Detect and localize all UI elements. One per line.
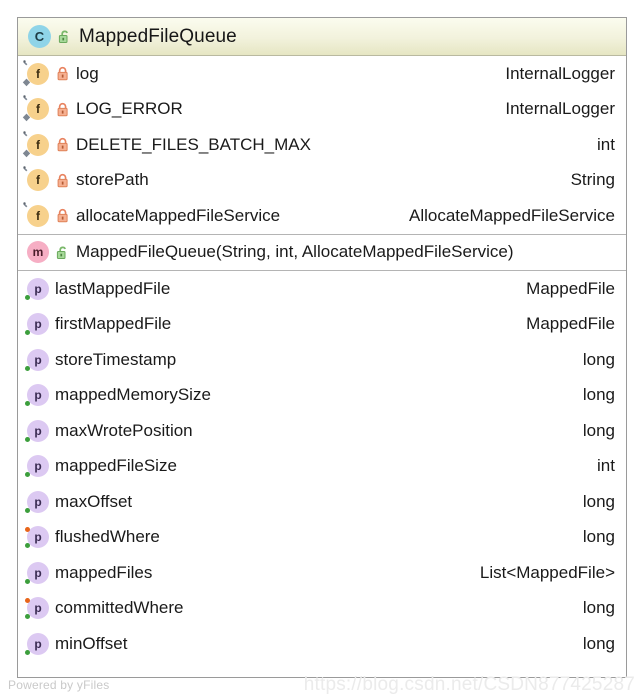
- member-name: storeTimestamp: [55, 349, 177, 369]
- property-icon: p: [25, 597, 49, 620]
- property-icon: p: [25, 277, 49, 300]
- unlocked-padlock-icon: [56, 245, 70, 260]
- property-icon: p: [25, 419, 49, 442]
- member-name: firstMappedFile: [55, 314, 172, 334]
- getter-dot-icon: [25, 614, 30, 620]
- member-type: AllocateMappedFileService: [409, 205, 615, 225]
- member-name: maxOffset: [55, 491, 133, 511]
- property-icon: p: [25, 490, 49, 513]
- member-type: MappedFile: [526, 314, 615, 334]
- property-row[interactable]: p lastMappedFile MappedFile: [18, 271, 626, 307]
- getter-dot-icon: [25, 436, 30, 442]
- class-icon: C: [28, 25, 51, 48]
- field-row[interactable]: f log InternalLogger: [18, 56, 626, 92]
- member-type: long: [582, 385, 615, 405]
- field-icon: f: [22, 59, 49, 86]
- member-name: maxWrotePosition: [55, 420, 193, 440]
- field-icon: f: [23, 201, 49, 227]
- property-icon: p: [25, 632, 49, 655]
- property-icon: p: [25, 455, 49, 478]
- getter-dot-icon: [25, 578, 30, 584]
- member-type: String: [570, 170, 615, 190]
- member-type: InternalLogger: [505, 63, 615, 83]
- property-icon: p: [25, 561, 49, 584]
- watermark-label: https://blog.csdn.net/CSDN877425287: [303, 674, 635, 695]
- getter-dot-icon: [25, 365, 30, 371]
- member-type: long: [582, 491, 615, 511]
- powered-by-label: Powered by yFiles: [8, 678, 110, 692]
- member-type: long: [582, 420, 615, 440]
- property-row[interactable]: p storeTimestamp long: [18, 342, 626, 378]
- field-row[interactable]: f storePath String: [18, 163, 626, 199]
- class-title: MappedFileQueue: [79, 25, 237, 47]
- member-name: storePath: [76, 170, 149, 190]
- property-icon: p: [25, 384, 49, 407]
- property-row[interactable]: p mappedFileSize int: [18, 449, 626, 485]
- member-name: lastMappedFile: [55, 278, 171, 298]
- field-icon: f: [22, 95, 49, 122]
- member-type: int: [597, 456, 615, 476]
- member-type: MappedFile: [526, 278, 615, 298]
- member-type: long: [582, 598, 615, 618]
- field-row[interactable]: f DELETE_FILES_BATCH_MAX int: [18, 127, 626, 163]
- getter-dot-icon: [25, 543, 30, 549]
- getter-dot-icon: [25, 330, 30, 336]
- member-name: allocateMappedFileService: [76, 205, 281, 225]
- uml-class-box[interactable]: C MappedFileQueue f log InternalLogger f…: [17, 17, 627, 678]
- property-icon: p: [25, 348, 49, 371]
- section-properties: p lastMappedFile MappedFile p firstMappe…: [18, 270, 626, 662]
- member-name: committedWhere: [55, 598, 184, 618]
- field-row[interactable]: f allocateMappedFileService AllocateMapp…: [18, 198, 626, 234]
- getter-dot-icon: [25, 294, 30, 300]
- property-row[interactable]: p committedWhere long: [18, 591, 626, 627]
- class-header[interactable]: C MappedFileQueue: [18, 18, 626, 56]
- field-icon: f: [22, 130, 49, 157]
- locked-padlock-icon: [56, 173, 70, 188]
- member-name: mappedMemorySize: [55, 385, 211, 405]
- property-row[interactable]: p firstMappedFile MappedFile: [18, 307, 626, 343]
- getter-dot-icon: [25, 649, 30, 655]
- field-row[interactable]: f LOG_ERROR InternalLogger: [18, 92, 626, 128]
- locked-padlock-icon: [56, 208, 70, 223]
- property-row[interactable]: p mappedMemorySize long: [18, 378, 626, 414]
- getter-dot-icon: [25, 472, 30, 478]
- property-row[interactable]: p maxOffset long: [18, 484, 626, 520]
- property-row[interactable]: p flushedWhere long: [18, 520, 626, 556]
- member-name: log: [76, 63, 99, 83]
- property-row[interactable]: p mappedFiles List<MappedFile>: [18, 555, 626, 591]
- locked-padlock-icon: [56, 66, 70, 81]
- section-fields: f log InternalLogger f LOG_ERROR Interna…: [18, 56, 626, 234]
- uml-diagram-canvas: C MappedFileQueue f log InternalLogger f…: [0, 0, 641, 700]
- member-type: long: [582, 349, 615, 369]
- member-type: InternalLogger: [505, 99, 615, 119]
- member-name: LOG_ERROR: [76, 99, 183, 119]
- member-type: int: [597, 134, 615, 154]
- member-type: List<MappedFile>: [479, 562, 615, 582]
- member-name: flushedWhere: [55, 527, 160, 547]
- unlocked-padlock-icon: [58, 29, 72, 44]
- getter-dot-icon: [25, 507, 30, 513]
- member-name: mappedFileSize: [55, 456, 177, 476]
- member-name: mappedFiles: [55, 562, 153, 582]
- method-row[interactable]: m MappedFileQueue(String, int, AllocateM…: [18, 235, 626, 271]
- member-type: long: [582, 527, 615, 547]
- member-name: DELETE_FILES_BATCH_MAX: [76, 134, 311, 154]
- field-icon: f: [23, 166, 49, 192]
- member-type: long: [582, 633, 615, 653]
- getter-dot-icon: [25, 401, 30, 407]
- property-icon: p: [25, 526, 49, 549]
- property-row[interactable]: p minOffset long: [18, 626, 626, 662]
- property-row[interactable]: p maxWrotePosition long: [18, 413, 626, 449]
- member-name: MappedFileQueue(String, int, AllocateMap…: [76, 242, 514, 262]
- method-icon: m: [27, 241, 49, 264]
- locked-padlock-icon: [56, 137, 70, 152]
- section-constructors: m MappedFileQueue(String, int, AllocateM…: [18, 233, 626, 271]
- member-name: minOffset: [55, 633, 128, 653]
- property-icon: p: [25, 313, 49, 336]
- locked-padlock-icon: [56, 102, 70, 117]
